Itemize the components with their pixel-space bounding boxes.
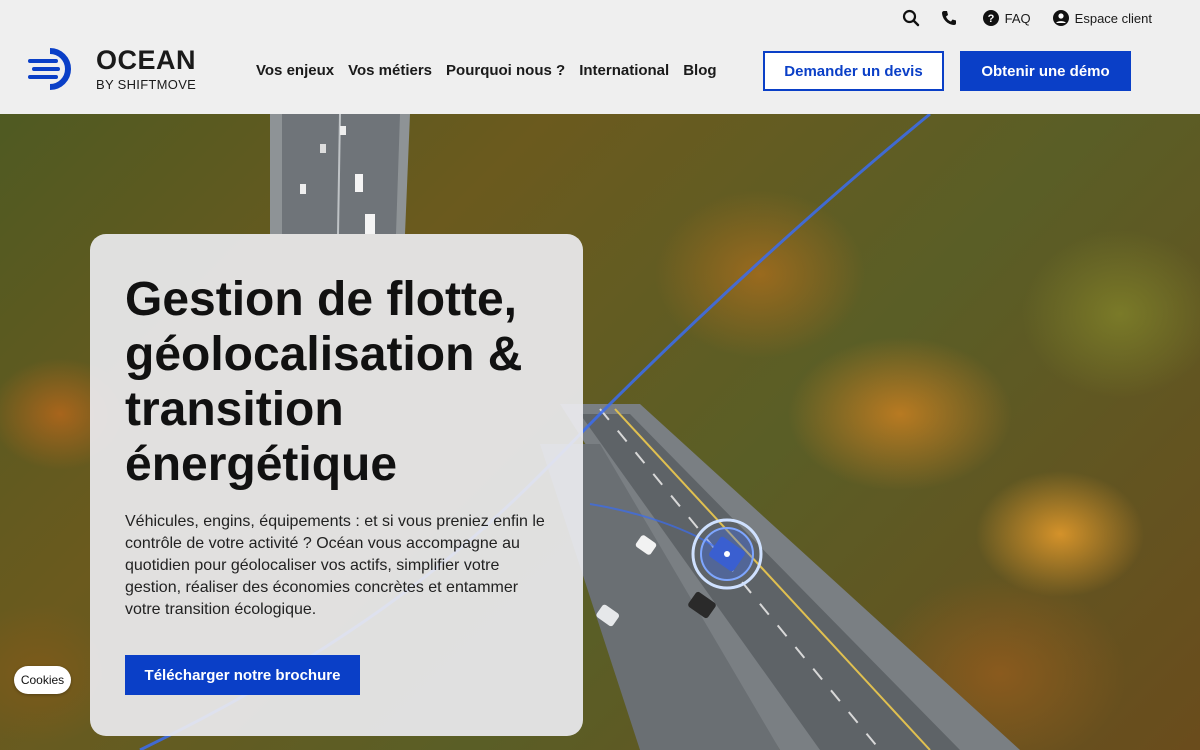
nav-item-vos-enjeux[interactable]: Vos enjeux	[256, 62, 334, 79]
help-circle-icon: ?	[982, 10, 999, 26]
svg-text:?: ?	[987, 13, 994, 25]
user-circle-icon	[1052, 10, 1069, 26]
faq-link[interactable]: ? FAQ	[982, 10, 1031, 26]
request-quote-button[interactable]: Demander un devis	[763, 51, 944, 91]
hero-card: Gestion de flotte, géolocalisation & tra…	[90, 234, 583, 736]
nav-item-vos-metiers[interactable]: Vos métiers	[348, 62, 432, 79]
nav-item-blog[interactable]: Blog	[683, 62, 716, 79]
top-utility-bar: ? FAQ Espace client	[901, 6, 1152, 30]
hero-title: Gestion de flotte, géolocalisation & tra…	[125, 273, 523, 491]
nav-item-international[interactable]: International	[579, 62, 669, 79]
logo-name: OCEAN	[96, 45, 197, 75]
ocean-logo-icon	[28, 48, 71, 90]
ocean-logo[interactable]: OCEAN BY SHIFTMOVE	[26, 45, 196, 93]
logo-subtitle: BY SHIFTMOVE	[96, 77, 197, 92]
cookies-button[interactable]: Cookies	[14, 666, 71, 694]
search-icon[interactable]	[901, 8, 921, 28]
main-nav: Vos enjeux Vos métiers Pourquoi nous ? I…	[256, 62, 717, 79]
faq-label: FAQ	[1004, 10, 1031, 26]
client-area-label: Espace client	[1074, 10, 1152, 26]
site-header: ? FAQ Espace client OCEAN BY SHIFTMOVE V…	[0, 0, 1200, 114]
download-brochure-button[interactable]: Télécharger notre brochure	[125, 655, 360, 695]
get-demo-button[interactable]: Obtenir une démo	[960, 51, 1131, 91]
hero-section: Gestion de flotte, géolocalisation & tra…	[0, 114, 1200, 750]
nav-item-pourquoi-nous[interactable]: Pourquoi nous ?	[446, 62, 565, 79]
hero-description: Véhicules, engins, équipements : et si v…	[125, 513, 545, 618]
phone-icon[interactable]	[939, 8, 959, 28]
client-area-link[interactable]: Espace client	[1052, 10, 1152, 26]
